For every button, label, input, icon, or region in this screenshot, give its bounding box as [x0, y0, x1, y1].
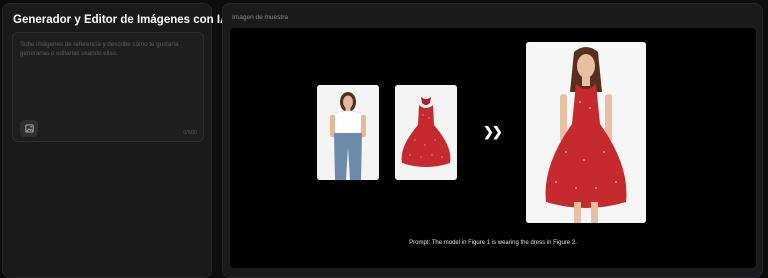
page-title: Generador y Editor de Imágenes con IA [13, 14, 229, 26]
sample-label: Imagen de muestra [232, 14, 289, 21]
sample-showcase: ❯❯ Prompt: The model in Figure 1 is wear… [230, 28, 756, 268]
upload-image-button[interactable] [20, 120, 38, 137]
prompt-placeholder: Sube imágenes de referencia y describe c… [20, 41, 179, 57]
prompt-textarea[interactable]: Sube imágenes de referencia y describe c… [12, 32, 204, 142]
image-upload-icon [24, 120, 34, 138]
dress-reference-image [395, 85, 457, 180]
char-counter: 0/500 [183, 130, 197, 136]
model-reference-image [317, 85, 379, 180]
result-image [526, 42, 646, 223]
double-chevron-right-icon: ❯❯ [483, 124, 503, 139]
sample-panel: Imagen de muestra ❯❯ Prompt: The model i… [222, 3, 763, 278]
prompt-caption: Prompt: The model in Figure 1 is wearing… [409, 240, 577, 246]
generator-panel: Generador y Editor de Imágenes con IA Su… [2, 3, 228, 278]
